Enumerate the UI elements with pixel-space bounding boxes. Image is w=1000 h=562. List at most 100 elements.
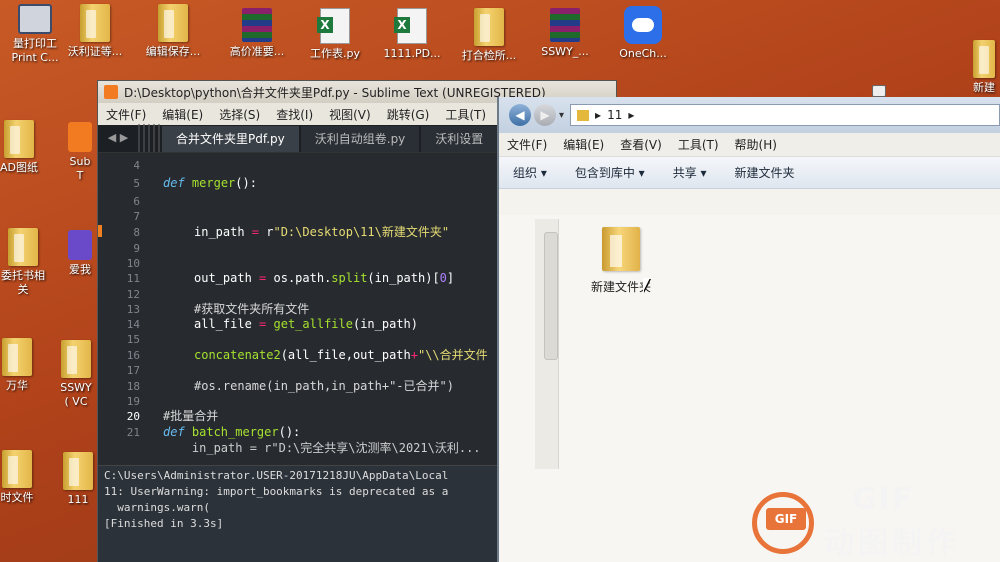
menu-view[interactable]: 查看(V) <box>612 136 670 153</box>
watermark-brand-cn: 动图制作 <box>824 526 960 561</box>
desktop-icon-label: 时文件 <box>0 491 34 504</box>
menu-file[interactable]: 文件(F) <box>499 136 555 153</box>
desktop-icon-cloud[interactable]: OneCh... <box>608 6 678 61</box>
desktop-icon-label: 高价准要... <box>229 45 285 58</box>
printer-icon <box>18 4 52 34</box>
desktop-icon-folder[interactable]: 打合检所... <box>454 8 524 63</box>
excel-icon <box>394 8 427 44</box>
desktop-icon-excel[interactable]: 1111.PD... <box>377 8 447 61</box>
winrar-icon <box>242 8 272 42</box>
menu-edit[interactable]: 编辑(E) <box>154 106 211 123</box>
desktop-icon-folder[interactable]: 委托书相 关 <box>0 228 58 297</box>
navigation-scrollbar[interactable] <box>544 232 558 360</box>
desktop-icon-folder[interactable]: SSWY ( VC <box>54 340 98 409</box>
menu-tools[interactable]: 工具(T) <box>670 136 727 153</box>
line-number: 9 <box>133 242 140 255</box>
address-bar: ◀ ▶ ▾ ▸ 11 ▸ <box>499 97 1000 133</box>
desktop-icon-folder[interactable]: 万华 <box>0 338 52 393</box>
excel-icon <box>317 8 350 44</box>
menu-selection[interactable]: 选择(S) <box>211 106 268 123</box>
desktop-icon-sublime[interactable]: Sub T <box>58 122 102 183</box>
desktop-icon-label: OneCh... <box>619 47 667 60</box>
desktop-icon-label: 编辑保存... <box>145 45 201 58</box>
desktop-icon-folder[interactable]: 编辑保存... <box>138 4 208 59</box>
explorer-menubar: 文件(F) 编辑(E) 查看(V) 工具(T) 帮助(H) <box>499 133 1000 157</box>
line-number: 16 <box>126 349 140 362</box>
menu-tools[interactable]: 工具(T) <box>437 106 494 123</box>
function-token: split <box>331 271 368 285</box>
folder-icon <box>602 227 640 271</box>
sidebar-handle[interactable] <box>138 124 162 152</box>
line-number: 10 <box>126 257 140 270</box>
comment-line: #获取文件夹所有文件 <box>194 302 310 316</box>
minimize-button[interactable] <box>872 85 886 97</box>
desktop-icon-label: 万华 <box>6 379 28 392</box>
desktop-icon-folder[interactable]: AD图纸 <box>0 120 54 175</box>
menu-goto[interactable]: 跳转(G) <box>379 106 438 123</box>
menu-view[interactable]: 视图(V) <box>321 106 379 123</box>
desktop-icon-label: SSWY <box>60 381 92 394</box>
tab-auto-volume[interactable]: 沃利自动组卷.py <box>300 126 420 152</box>
organize-button[interactable]: 组织 ▾ <box>499 164 561 181</box>
menu-help[interactable]: 帮助(H) <box>727 136 785 153</box>
line-number: 7 <box>133 210 140 223</box>
number-token: 0 <box>439 271 447 285</box>
desktop-icon-folder[interactable]: 时文件 <box>0 450 52 505</box>
desktop-icon-archive[interactable]: 高价准要... <box>222 8 292 59</box>
breadcrumb[interactable]: ▸ 11 ▸ <box>570 104 1000 126</box>
folder-icon <box>2 338 32 376</box>
menu-file[interactable]: 文件(F) <box>98 106 154 123</box>
desktop-icon-label: 沃利证等... <box>67 45 123 58</box>
new-folder-button[interactable]: 新建文件夹 <box>721 164 809 181</box>
code-token: (): <box>278 425 301 439</box>
desktop-icon-folder[interactable]: 沃利证等... <box>60 4 130 59</box>
breadcrumb-item[interactable]: 11 <box>607 108 622 122</box>
desktop-icon-archive[interactable]: SSWY_... <box>530 8 600 59</box>
watermark-brand: GIF <box>852 482 915 517</box>
share-button[interactable]: 共享 ▾ <box>659 164 721 181</box>
desktop-icon-app[interactable]: 爱我 <box>58 230 102 277</box>
desktop-icon-label: 关 <box>17 283 29 296</box>
build-output-panel[interactable]: C:\Users\Administrator.USER-20171218JU\A… <box>98 465 498 562</box>
desktop-icon-label: 1111.PD... <box>383 47 441 60</box>
winrar-icon <box>550 8 580 42</box>
line-number: 15 <box>126 333 140 346</box>
function-token: batch_merger <box>184 425 279 439</box>
code-token: all_file <box>194 317 260 331</box>
forward-button[interactable]: ▶ <box>534 104 556 126</box>
tab-merge-pdf[interactable]: 合并文件夹里Pdf.py <box>162 126 299 152</box>
code-line: in_path = r"D:\Desktop\11\新建文件夹" <box>194 225 449 240</box>
menu-find[interactable]: 查找(I) <box>268 106 321 123</box>
keyword-token: def <box>163 176 185 190</box>
logo-text: GIF <box>766 508 806 530</box>
code-line: out_path = os.path.split(in_path)[0] <box>194 271 454 286</box>
function-token: concatenate2 <box>194 348 281 362</box>
tab-settings[interactable]: 沃利设置 <box>421 126 498 152</box>
cloud-icon <box>624 6 662 44</box>
comment-line: #批量合并 <box>163 409 219 423</box>
tab-nav-arrows[interactable]: ◀ ▶ <box>98 124 138 152</box>
menu-edit[interactable]: 编辑(E) <box>555 136 612 153</box>
function-token: get_allfile <box>266 317 353 331</box>
code-token: (in_path)[ <box>367 271 440 285</box>
desktop-icon-excel[interactable]: 工作表.py <box>300 8 370 61</box>
operator-token: = <box>251 225 260 239</box>
line-number: 12 <box>126 288 140 301</box>
desktop-icon-label: Sub <box>69 155 91 168</box>
history-dropdown-icon[interactable]: ▾ <box>559 110 564 121</box>
line-number: 8 <box>133 226 140 239</box>
sublime-icon <box>68 122 92 152</box>
line-number: 5 <box>133 177 140 190</box>
desktop-icon-folder[interactable]: 新建 <box>968 40 1000 95</box>
desktop-icon-folder[interactable]: 111 <box>56 452 100 507</box>
folder-icon <box>63 452 93 490</box>
code-line: def merger(): <box>163 176 257 191</box>
code-token: r <box>259 225 274 239</box>
line-number: 19 <box>126 395 140 408</box>
breadcrumb-separator: ▸ <box>628 108 635 122</box>
back-button[interactable]: ◀ <box>509 104 531 126</box>
line-number: 4 <box>133 159 140 172</box>
code-token: (in_path) <box>352 317 418 331</box>
include-in-library-button[interactable]: 包含到库中 ▾ <box>561 164 659 181</box>
desktop-icon-label: 工作表.py <box>310 47 360 60</box>
